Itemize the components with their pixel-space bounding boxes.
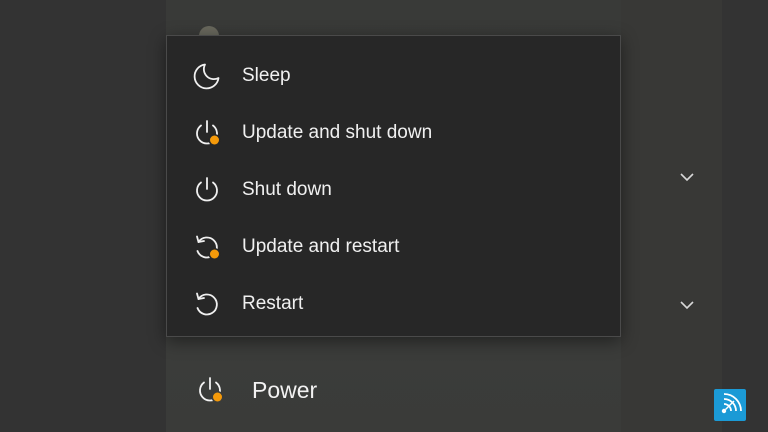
power-button-label: Power	[252, 377, 318, 403]
wireless-signal-logo	[714, 389, 746, 421]
chevron-down-icon[interactable]	[678, 296, 696, 314]
menu-item-label: Shut down	[242, 179, 332, 200]
power-options-menu: Sleep Update and shut down Shut down Upd…	[166, 35, 621, 337]
menu-item-update-and-restart[interactable]: Update and restart	[167, 219, 620, 275]
menu-item-label: Restart	[242, 293, 304, 314]
moon-icon	[192, 61, 222, 91]
menu-item-label: Update and restart	[242, 236, 400, 257]
power-update-icon	[192, 118, 222, 148]
power-button[interactable]: Power	[180, 362, 380, 418]
menu-item-label: Sleep	[242, 65, 291, 86]
menu-item-shut-down[interactable]: Shut down	[167, 162, 620, 218]
restart-update-icon	[192, 232, 222, 262]
chevron-down-icon[interactable]	[678, 168, 696, 186]
power-update-icon	[195, 375, 225, 405]
start-menu-right-panel	[621, 0, 722, 432]
power-icon	[192, 175, 222, 205]
screen: Sleep Update and shut down Shut down Upd…	[0, 0, 768, 432]
menu-item-sleep[interactable]: Sleep	[167, 48, 620, 104]
restart-icon	[192, 289, 222, 319]
desktop-background	[722, 0, 768, 432]
menu-item-update-and-shut-down[interactable]: Update and shut down	[167, 105, 620, 161]
menu-item-label: Update and shut down	[242, 122, 433, 143]
menu-item-restart[interactable]: Restart	[167, 276, 620, 332]
